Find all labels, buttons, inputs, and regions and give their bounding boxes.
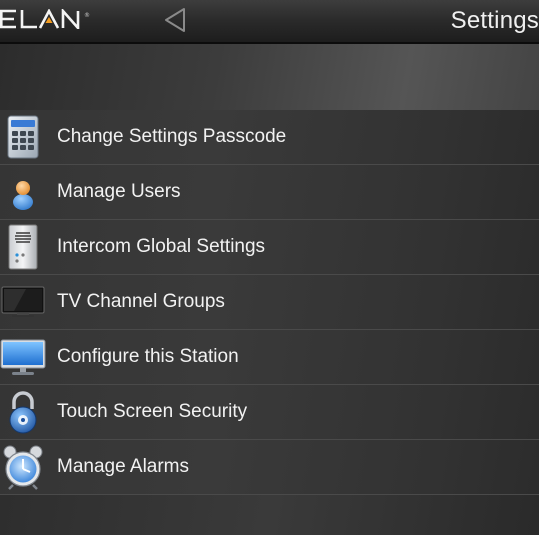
user-icon bbox=[0, 169, 46, 215]
monitor-icon bbox=[0, 334, 46, 380]
settings-menu-list: Change Settings Passcode Manage Users In… bbox=[0, 110, 539, 495]
svg-text:®: ® bbox=[84, 12, 90, 19]
menu-item-label: Change Settings Passcode bbox=[57, 126, 287, 147]
back-arrow-icon[interactable] bbox=[160, 6, 190, 34]
menu-item-configure-station[interactable]: Configure this Station bbox=[0, 330, 539, 385]
alarm-clock-icon bbox=[0, 444, 46, 490]
tv-icon bbox=[0, 279, 46, 325]
menu-item-manage-users[interactable]: Manage Users bbox=[0, 165, 539, 220]
menu-item-tv-channel-groups[interactable]: TV Channel Groups bbox=[0, 275, 539, 330]
keypad-icon bbox=[0, 114, 46, 160]
page-title: Settings bbox=[450, 7, 539, 34]
menu-item-manage-alarms[interactable]: Manage Alarms bbox=[0, 440, 539, 495]
menu-item-label: Touch Screen Security bbox=[57, 401, 248, 422]
menu-item-touch-screen-security[interactable]: Touch Screen Security bbox=[0, 385, 539, 440]
elan-logo: ® bbox=[0, 9, 90, 29]
top-bar: ® Settings bbox=[0, 0, 539, 44]
padlock-icon bbox=[0, 389, 46, 435]
settings-screen: ® Settings Change Settings Passcode Mana… bbox=[0, 0, 539, 535]
menu-item-change-passcode[interactable]: Change Settings Passcode bbox=[0, 110, 539, 165]
menu-item-label: Manage Alarms bbox=[57, 456, 190, 477]
intercom-icon bbox=[0, 224, 46, 270]
footer-band bbox=[0, 495, 539, 535]
menu-item-label: Intercom Global Settings bbox=[57, 236, 266, 257]
menu-item-label: Configure this Station bbox=[57, 346, 239, 367]
menu-item-label: Manage Users bbox=[57, 181, 181, 202]
header-band bbox=[0, 44, 539, 110]
menu-item-intercom-settings[interactable]: Intercom Global Settings bbox=[0, 220, 539, 275]
menu-item-label: TV Channel Groups bbox=[57, 291, 225, 312]
